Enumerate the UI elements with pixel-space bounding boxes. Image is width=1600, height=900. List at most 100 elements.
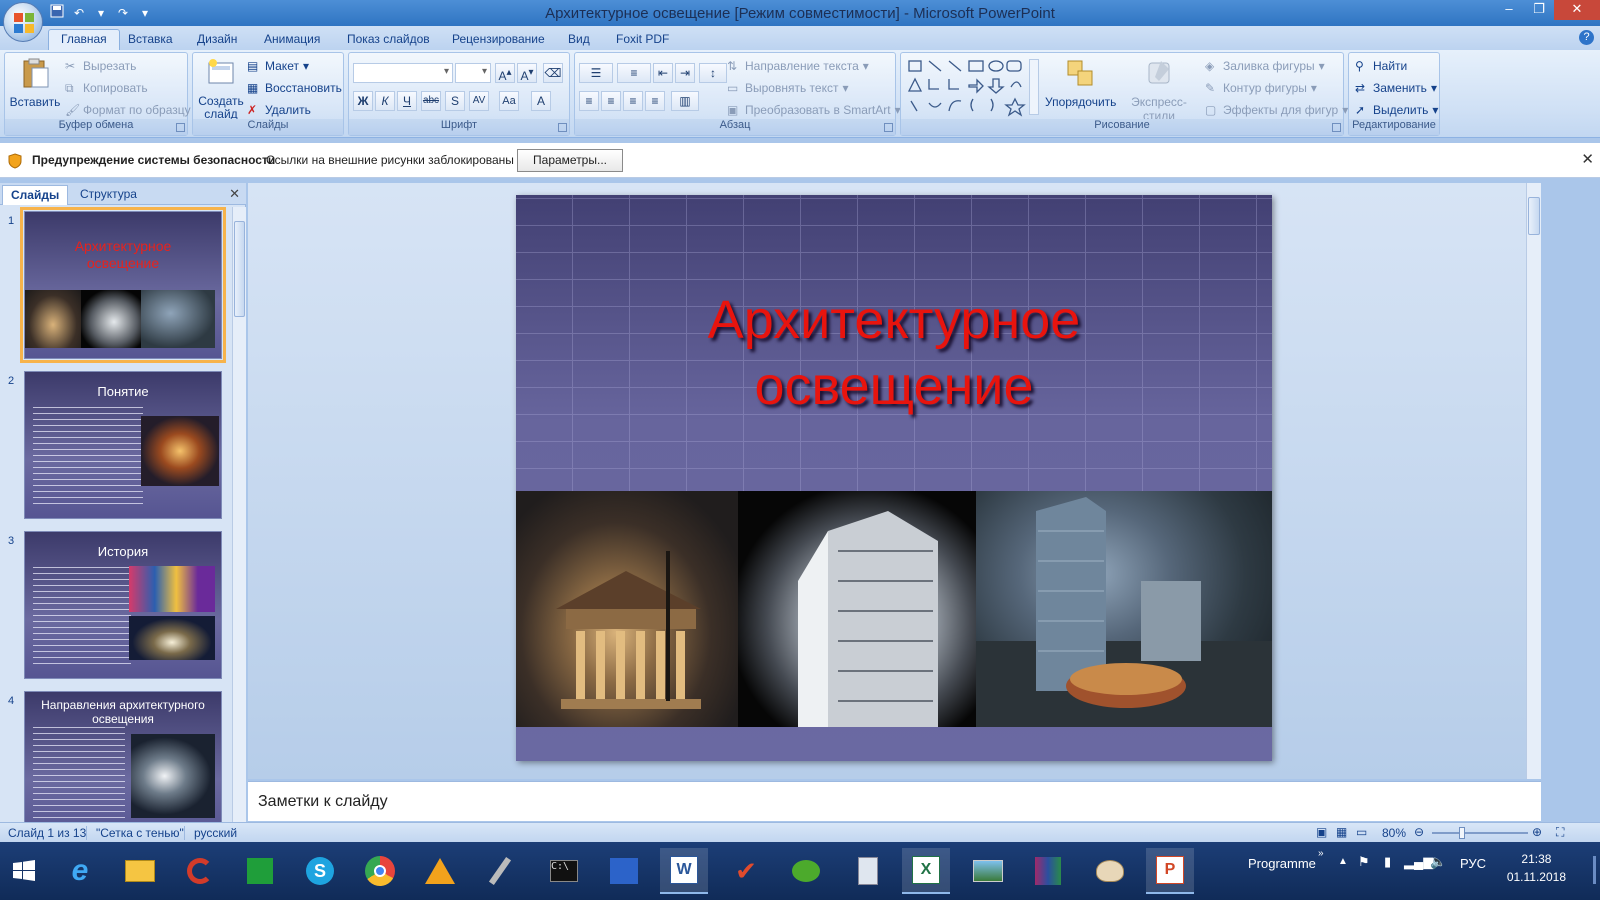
find-button[interactable]: ⚲ Найти [1355,59,1407,73]
store-icon[interactable] [236,848,284,894]
action-center-flag-icon[interactable]: ⚑ [1358,854,1370,870]
word-icon[interactable]: W [660,848,708,894]
slide-image-theater[interactable] [516,491,738,727]
bold-button[interactable]: Ж [353,91,373,111]
slide-title[interactable]: Архитектурное освещение [516,287,1272,419]
fit-to-window-icon[interactable]: ⛶ [1556,825,1564,840]
strikethrough-button[interactable]: abc [421,91,441,111]
toolbar-expand-icon[interactable]: » [1318,848,1324,859]
tab-outline[interactable]: Структура [72,185,145,205]
slide-sorter-icon[interactable]: ▦ [1336,825,1347,839]
format-painter-button[interactable]: 🖌 Формат по образцу [65,103,191,117]
cut-button[interactable]: ✂ Вырезать [65,59,136,73]
arrange-button[interactable]: Упорядочить [1045,57,1116,109]
zoom-slider-knob[interactable] [1459,827,1465,839]
calculator-icon[interactable] [844,848,892,894]
thumbnails-scrollbar[interactable] [232,207,246,840]
smartart-button[interactable]: ▣ Преобразовать в SmartArt ▾ [727,103,901,117]
tab-insert[interactable]: Вставка [116,30,185,48]
winrar-icon[interactable] [1024,848,1072,894]
save-icon[interactable] [48,4,66,22]
change-case-button[interactable]: Aa [499,91,519,111]
numbering-button[interactable]: ≡ [617,63,651,83]
checklist-icon[interactable]: ✔ [722,848,770,894]
start-button[interactable] [0,848,48,894]
shapes-gallery[interactable] [907,57,1037,117]
scrollbar-thumb[interactable] [234,221,245,317]
paste-button[interactable]: Вставить [9,57,61,109]
grow-font-button[interactable]: A▴ [495,63,515,83]
minimize-button[interactable]: ‒ [1494,0,1524,20]
tab-foxit-pdf[interactable]: Foxit PDF [604,30,681,48]
layout-button[interactable]: ▤ Макет ▾ [247,59,309,73]
close-button[interactable]: ✕ [1554,0,1600,20]
powerpoint-icon[interactable]: P [1146,848,1194,894]
replace-button[interactable]: ⇄ Заменить ▾ [1355,81,1437,95]
columns-button[interactable]: ▥ [671,91,699,111]
italic-button[interactable]: К [375,91,395,111]
tab-home[interactable]: Главная [48,29,120,51]
language-indicator[interactable]: русский [194,826,237,840]
text-direction-button[interactable]: ⇅ Направление текста ▾ [727,59,869,73]
shadow-button[interactable]: S [445,91,465,111]
slide-thumbnail[interactable]: Направления архитектурного освещения [24,691,222,839]
tab-slideshow[interactable]: Показ слайдов [335,30,442,48]
control-panel-icon[interactable] [600,848,648,894]
bullets-button[interactable]: ☰ [579,63,613,83]
file-explorer-icon[interactable] [116,848,164,894]
decrease-indent-button[interactable]: ⇤ [653,63,673,83]
new-slide-button[interactable]: Создать слайд [197,57,245,121]
input-language[interactable]: РУС [1460,856,1486,871]
undo-icon[interactable]: ↶ [70,4,88,22]
options-button[interactable]: Параметры... [517,149,623,172]
slide-thumbnail[interactable]: Понятие [24,371,222,519]
internet-explorer-icon[interactable]: e [56,848,104,894]
align-text-button[interactable]: ▭ Выровнять текст ▾ [727,81,849,95]
align-center-button[interactable]: ≡ [601,91,621,111]
shrink-font-button[interactable]: A▾ [517,63,537,83]
programme-toolbar-label[interactable]: Programme [1248,856,1316,871]
photo-viewer-icon[interactable] [964,848,1012,894]
zoom-slider[interactable] [1432,832,1528,834]
maximize-button[interactable]: ❐ [1524,0,1554,20]
increase-indent-button[interactable]: ⇥ [675,63,695,83]
close-icon[interactable]: ✕ [1581,150,1594,168]
microphone-icon[interactable] [476,848,524,894]
dialog-launcher-icon[interactable] [884,123,893,132]
tab-review[interactable]: Рецензирование [440,30,557,48]
paint-icon[interactable] [1086,848,1134,894]
shape-fill-button[interactable]: ◈ Заливка фигуры ▾ [1205,59,1325,73]
system-clock[interactable]: 21:38 01.11.2018 [1507,850,1566,886]
font-color-button[interactable]: A [531,91,551,111]
font-name-combo[interactable] [353,63,453,83]
tab-animation[interactable]: Анимация [252,30,332,48]
show-hidden-icons[interactable]: ▲ [1338,856,1348,867]
chrome-icon[interactable] [356,848,404,894]
frog-game-icon[interactable] [782,848,830,894]
redo-icon[interactable]: ↷ [114,4,132,22]
show-desktop-button[interactable] [1593,856,1596,884]
aimp-icon[interactable] [416,848,464,894]
notes-pane[interactable]: Заметки к слайду [248,781,1541,821]
justify-button[interactable]: ≡ [645,91,665,111]
office-button[interactable] [3,2,43,42]
select-button[interactable]: ➚ Выделить ▾ [1355,103,1438,117]
scrollbar-thumb[interactable] [1528,197,1540,235]
current-slide[interactable]: Архитектурное освещение [516,195,1272,761]
slide-thumbnail[interactable]: История [24,531,222,679]
shape-effects-button[interactable]: ▢ Эффекты для фигур ▾ [1205,103,1348,117]
dialog-launcher-icon[interactable] [558,123,567,132]
copy-button[interactable]: ⧉ Копировать [65,81,148,95]
slideshow-view-icon[interactable]: ▭ [1356,825,1367,839]
network-signal-icon[interactable]: ▂▄▆ [1404,854,1433,870]
editor-scrollbar[interactable] [1526,183,1541,779]
command-prompt-icon[interactable]: C:\ [540,848,588,894]
font-size-combo[interactable] [455,63,491,83]
quick-styles-button[interactable]: Экспресс-стили [1117,57,1201,123]
skype-icon[interactable]: S [296,848,344,894]
zoom-in-icon[interactable]: ⊕ [1532,825,1542,839]
align-right-button[interactable]: ≡ [623,91,643,111]
align-left-button[interactable]: ≡ [579,91,599,111]
clear-format-button[interactable]: ⌫ [543,63,563,83]
tab-slides[interactable]: Слайды [2,185,69,205]
